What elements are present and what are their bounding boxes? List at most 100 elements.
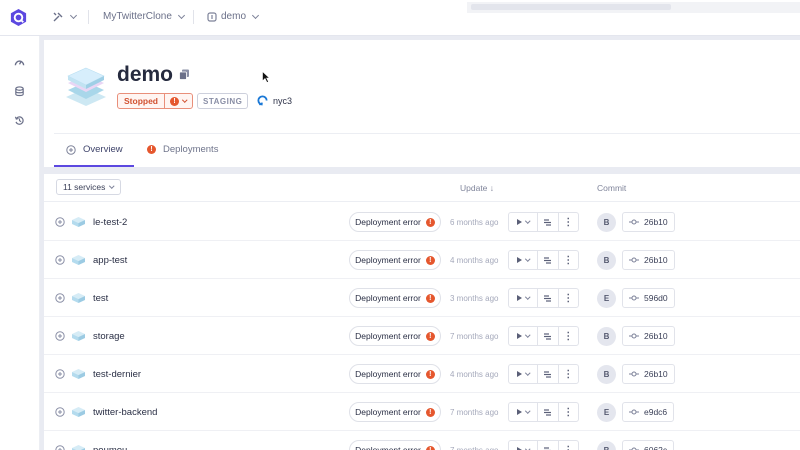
avatar: B <box>597 213 616 232</box>
more-options-button[interactable]: ⋮ <box>559 441 578 450</box>
run-action-button[interactable] <box>509 289 539 307</box>
deployment-status-badge[interactable]: Deployment error! <box>349 212 441 232</box>
more-vertical-icon: ⋮ <box>563 444 574 450</box>
expand-icon[interactable] <box>55 331 65 341</box>
service-name[interactable]: test <box>93 293 108 304</box>
logs-button[interactable] <box>538 441 559 450</box>
commit-icon <box>629 219 639 225</box>
status-badge[interactable]: Stopped ! <box>117 93 193 109</box>
last-update-time: 3 months ago <box>450 294 499 303</box>
play-icon <box>516 257 522 263</box>
copy-icon[interactable] <box>179 69 190 80</box>
run-action-button[interactable] <box>509 441 539 450</box>
deployment-status-badge[interactable]: Deployment error! <box>349 288 441 308</box>
organization-switcher[interactable] <box>52 11 78 23</box>
qovery-logo-icon[interactable] <box>9 8 28 27</box>
tab-overview[interactable]: Overview <box>66 144 123 155</box>
chevron-down-icon <box>69 11 78 20</box>
avatar: E <box>597 403 616 422</box>
commit-badge[interactable]: 6062c <box>622 440 675 450</box>
service-actions: ⋮ <box>508 440 579 450</box>
commit-hash: 596d0 <box>644 293 668 303</box>
logs-button[interactable] <box>538 289 559 307</box>
table-row[interactable]: storage Deployment error! 7 months ago ⋮ B 26… <box>44 317 800 355</box>
more-options-button[interactable]: ⋮ <box>559 213 578 231</box>
service-name[interactable]: test-dernier <box>93 369 141 380</box>
digitalocean-icon <box>257 95 268 106</box>
services-count-dropdown[interactable]: 11 services <box>56 179 121 195</box>
environment-illustration-icon <box>66 67 106 106</box>
database-icon[interactable] <box>14 86 25 97</box>
deployment-status-badge[interactable]: Deployment error! <box>349 364 441 384</box>
run-action-button[interactable] <box>509 251 539 269</box>
expand-icon[interactable] <box>55 293 65 303</box>
more-options-button[interactable]: ⋮ <box>559 403 578 421</box>
run-action-button[interactable] <box>509 327 539 345</box>
top-bar: MyTwitterClone demo <box>0 0 800 36</box>
deployment-status-badge[interactable]: Deployment error! <box>349 440 441 450</box>
commit-badge[interactable]: 26b10 <box>622 364 675 384</box>
deployment-status-badge[interactable]: Deployment error! <box>349 326 441 346</box>
play-icon <box>516 333 522 339</box>
table-row[interactable]: poumou Deployment error! 7 months ago ⋮ B 606… <box>44 431 800 450</box>
commit-hash: 26b10 <box>644 217 668 227</box>
commit-icon <box>629 371 639 377</box>
deployment-status-badge[interactable]: Deployment error! <box>349 402 441 422</box>
table-row[interactable]: test-dernier Deployment error! 4 months ag… <box>44 355 800 393</box>
service-name[interactable]: app-test <box>93 255 127 266</box>
page-title: demo <box>117 63 174 86</box>
logs-button[interactable] <box>538 213 559 231</box>
table-row[interactable]: le-test-2 Deployment error! 6 months ago ⋮ B… <box>44 203 800 241</box>
logs-button[interactable] <box>538 403 559 421</box>
environment-switcher[interactable]: demo <box>207 11 260 22</box>
history-icon[interactable] <box>14 115 25 126</box>
run-action-button[interactable] <box>509 213 539 231</box>
deployment-status-badge[interactable]: Deployment error! <box>349 250 441 270</box>
column-update-sort[interactable]: Update ↓ <box>460 183 494 193</box>
run-action-button[interactable] <box>509 365 539 383</box>
tools-icon <box>53 12 63 22</box>
table-row[interactable]: twitter-backend Deployment error! 7 months… <box>44 393 800 431</box>
commit-badge[interactable]: e9dc6 <box>622 402 675 422</box>
commit-icon <box>629 409 639 415</box>
service-name[interactable]: poumou <box>93 445 127 450</box>
expand-icon[interactable] <box>55 255 65 265</box>
deployment-status-label: Deployment error <box>355 255 421 265</box>
more-options-button[interactable]: ⋮ <box>559 289 578 307</box>
services-table-header: 11 services Update ↓ Commit <box>44 174 800 202</box>
more-vertical-icon: ⋮ <box>563 254 574 266</box>
more-options-button[interactable]: ⋮ <box>559 251 578 269</box>
gauge-icon[interactable] <box>14 57 25 68</box>
more-options-button[interactable]: ⋮ <box>559 327 578 345</box>
chevron-down-icon <box>525 218 531 224</box>
project-switcher[interactable]: MyTwitterClone <box>103 11 185 22</box>
logs-button[interactable] <box>538 251 559 269</box>
tab-deployments[interactable]: ! Deployments <box>147 144 218 155</box>
services-panel: 11 services Update ↓ Commit le-test-2 Dep… <box>44 174 800 450</box>
logs-button[interactable] <box>538 327 559 345</box>
commit-badge[interactable]: 26b10 <box>622 212 675 232</box>
error-icon: ! <box>425 293 435 303</box>
service-name[interactable]: le-test-2 <box>93 217 127 228</box>
environment-name: demo <box>221 11 247 22</box>
more-options-button[interactable]: ⋮ <box>559 365 578 383</box>
environment-icon <box>207 11 217 22</box>
table-row[interactable]: app-test Deployment error! 4 months ago ⋮ B 2… <box>44 241 800 279</box>
avatar: E <box>597 289 616 308</box>
commit-badge[interactable]: 596d0 <box>622 288 675 308</box>
service-actions: ⋮ <box>508 250 579 270</box>
commit-badge[interactable]: 26b10 <box>622 250 675 270</box>
run-action-button[interactable] <box>509 403 539 421</box>
table-row[interactable]: test Deployment error! 3 months ago ⋮ E 596d0 <box>44 279 800 317</box>
expand-icon[interactable] <box>55 445 65 450</box>
last-update-time: 7 months ago <box>450 408 499 417</box>
service-name[interactable]: storage <box>93 331 125 342</box>
error-icon: ! <box>147 145 156 154</box>
logs-button[interactable] <box>538 365 559 383</box>
status-dropdown[interactable]: ! <box>164 94 192 108</box>
commit-badge[interactable]: 26b10 <box>622 326 675 346</box>
expand-icon[interactable] <box>55 407 65 417</box>
expand-icon[interactable] <box>55 217 65 227</box>
expand-icon[interactable] <box>55 369 65 379</box>
service-name[interactable]: twitter-backend <box>93 407 157 418</box>
